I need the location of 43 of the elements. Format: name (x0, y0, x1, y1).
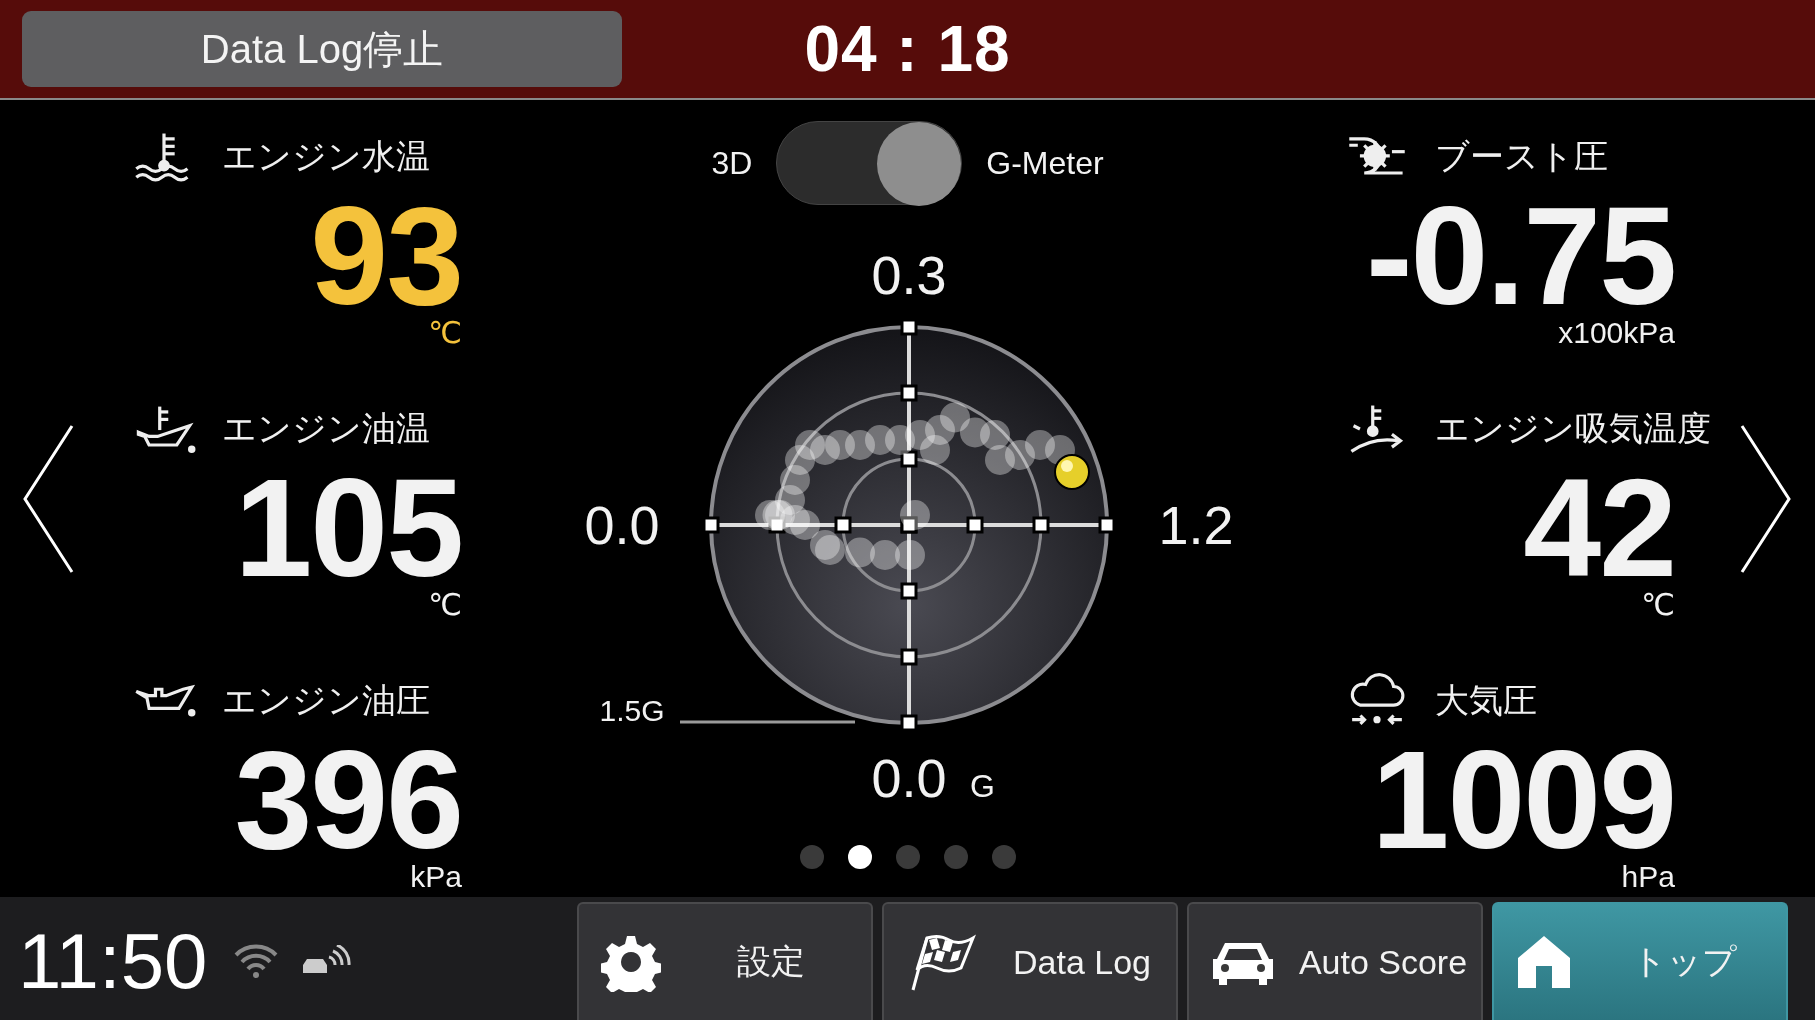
metric-label: ブースト圧 (1435, 136, 1608, 177)
clock-time: 11:50 (18, 915, 208, 1007)
metric-unit: x100kPa (1558, 316, 1675, 350)
page-dot[interactable] (943, 845, 968, 869)
data-log-stop-button[interactable]: Data Log停止 (22, 11, 622, 87)
elapsed-timer: 04 : 18 (804, 12, 1011, 86)
metric-value: -0.75 (1365, 196, 1675, 316)
metric-unit: ℃ (428, 588, 462, 622)
settings-button[interactable]: 設定 (577, 902, 873, 1020)
g-reading: 0.0 (584, 495, 660, 555)
metric-label: エンジン油温 (222, 408, 430, 449)
metric-unit: kPa (410, 860, 462, 894)
page-dot[interactable] (895, 845, 920, 869)
metric-label: エンジン油圧 (222, 680, 430, 721)
metric-label: エンジン吸気温度 (1435, 408, 1711, 449)
house-icon (1516, 934, 1572, 990)
metric-unit: hPa (1621, 860, 1675, 894)
chevron-right-icon[interactable] (1740, 423, 1792, 574)
toggle-label: G-Meter (986, 144, 1104, 182)
g-reading: 1.2 (1158, 495, 1234, 555)
metric-value: 1009 (1371, 740, 1675, 860)
metric-value: 42 (1523, 468, 1675, 588)
chevron-left-icon[interactable] (22, 423, 74, 574)
g-force-ball (1054, 454, 1090, 490)
metric-value: 396 (234, 740, 462, 860)
metric-label: 大気圧 (1435, 680, 1537, 721)
g-reading: 0.3 (871, 245, 947, 305)
data-log-button[interactable]: Data Log (882, 902, 1178, 1020)
page-dot[interactable] (847, 845, 872, 869)
metric-label: エンジン水温 (222, 136, 430, 177)
metric-unit: ℃ (1641, 588, 1675, 622)
page-dot[interactable] (991, 845, 1016, 869)
metric-value: 93 (310, 196, 462, 316)
metric-value: 105 (234, 468, 462, 588)
scale-label: 1.5G (599, 693, 665, 727)
home-button[interactable]: トップ (1492, 902, 1788, 1020)
metric-unit: ℃ (428, 316, 462, 350)
toggle-label: 3D (711, 144, 753, 182)
wifi-icon (233, 943, 280, 979)
g-unit: G (970, 768, 995, 804)
g-reading: 0.0 (871, 748, 947, 808)
auto-score-button[interactable]: Auto Score (1187, 902, 1483, 1020)
page-dot[interactable] (799, 845, 824, 869)
